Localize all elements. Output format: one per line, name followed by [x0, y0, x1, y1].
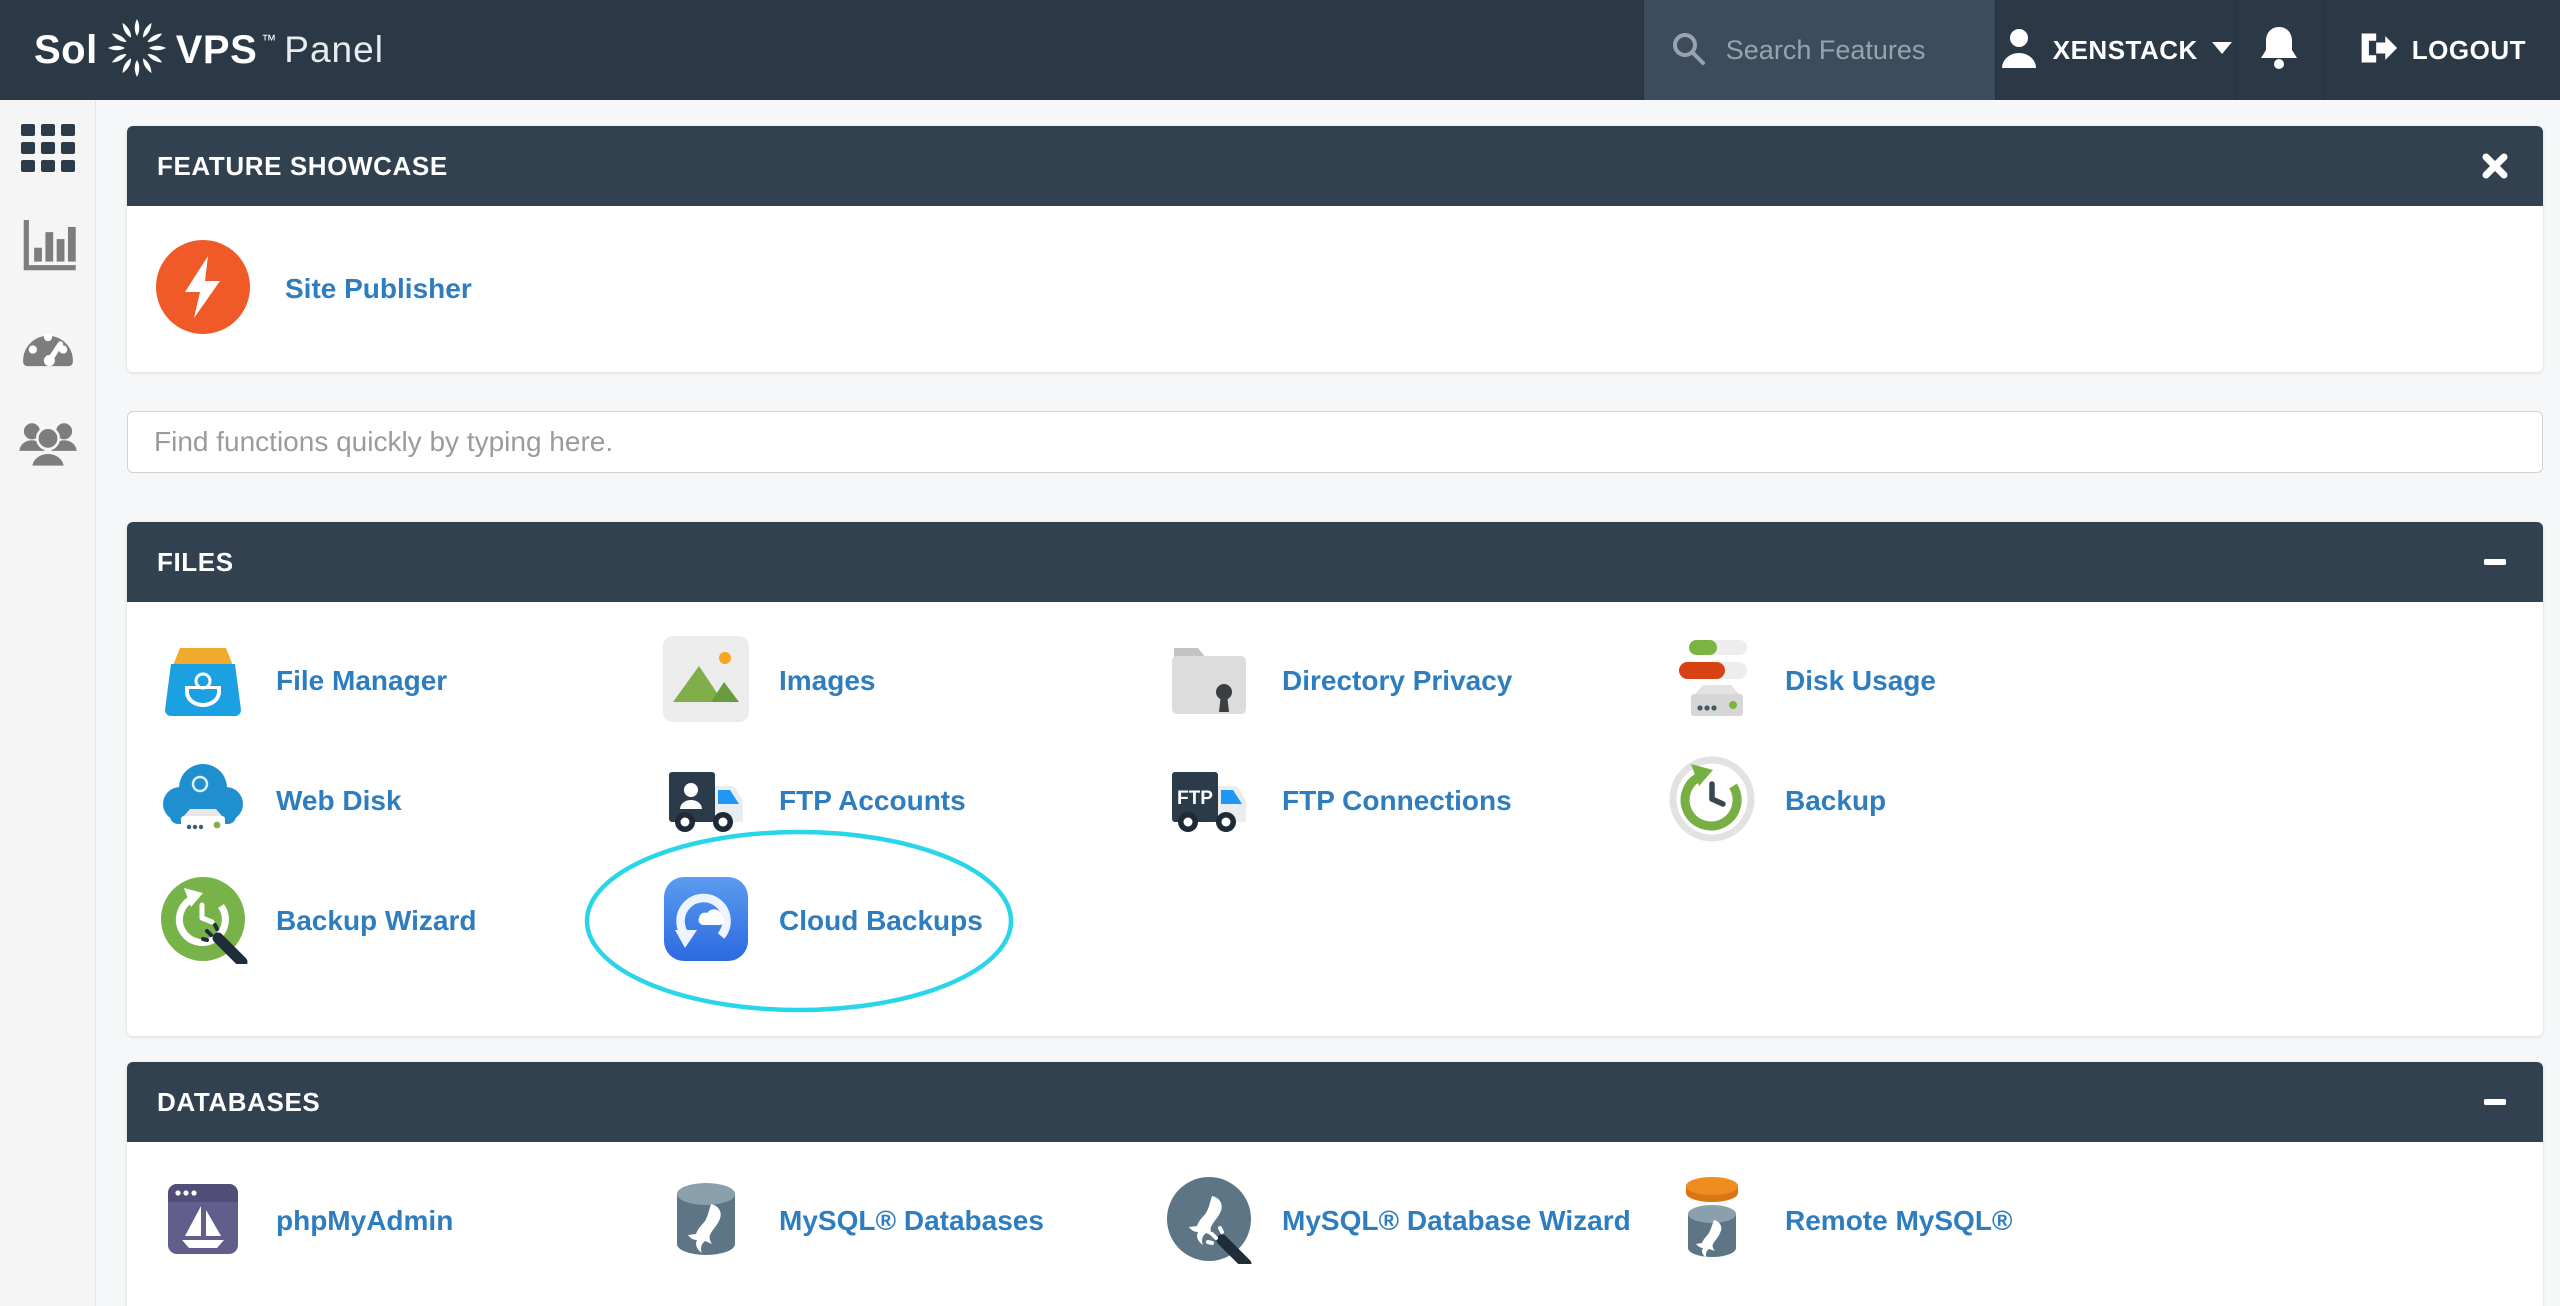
- sidebar-item-metrics[interactable]: [20, 320, 76, 372]
- navbar-right-group: XENSTACK LOGOUT: [1643, 0, 2560, 100]
- files-section-card: FILES File Manager: [127, 522, 2543, 1036]
- sidebar-item-tools[interactable]: [20, 124, 76, 176]
- images-icon: [661, 634, 751, 729]
- chevron-down-icon: [2212, 41, 2232, 59]
- item-label: Disk Usage: [1785, 665, 1936, 697]
- user-menu[interactable]: XENSTACK: [1995, 0, 2235, 100]
- minimize-icon[interactable]: [2477, 544, 2513, 580]
- files-section-body: File Manager Images: [127, 602, 2543, 1036]
- remote-mysql-icon: [1667, 1174, 1757, 1269]
- sun-swirl-icon: [100, 15, 174, 86]
- feature-showcase-title: FEATURE SHOWCASE: [157, 151, 448, 182]
- users-icon: [19, 417, 77, 472]
- ftp-connections-icon: FTP: [1164, 754, 1254, 849]
- item-mysql-databases[interactable]: MySQL® Databases: [661, 1176, 1164, 1266]
- web-disk-icon: [158, 754, 248, 849]
- username-label: XENSTACK: [2053, 35, 2198, 66]
- notifications-button[interactable]: [2235, 0, 2323, 100]
- databases-section-body: phpMyAdmin MySQL® Databases: [127, 1142, 2543, 1306]
- backup-wizard-icon: [158, 874, 248, 969]
- close-icon[interactable]: [2477, 148, 2513, 184]
- logout-button[interactable]: LOGOUT: [2323, 0, 2560, 100]
- site-publisher-icon: [155, 239, 251, 340]
- top-navbar: Sol VPS ™ Panel: [0, 0, 2560, 100]
- databases-section-title: DATABASES: [157, 1087, 320, 1118]
- item-backup[interactable]: Backup: [1667, 756, 2170, 846]
- sidebar-item-statistics[interactable]: [20, 222, 76, 274]
- logout-icon: [2358, 28, 2398, 73]
- databases-section-card: DATABASES phpMyAdmin: [127, 1062, 2543, 1306]
- item-file-manager[interactable]: File Manager: [158, 636, 661, 726]
- logo-sol-text: Sol: [34, 28, 98, 73]
- feature-site-publisher[interactable]: Site Publisher: [155, 239, 472, 340]
- disk-usage-icon: [1667, 634, 1757, 729]
- search-icon: [1668, 28, 1708, 73]
- item-web-disk[interactable]: Web Disk: [158, 756, 661, 846]
- main-content: FEATURE SHOWCASE Site Publisher: [96, 100, 2560, 1306]
- feature-showcase-body: Site Publisher: [127, 206, 2543, 372]
- feature-label: Site Publisher: [285, 273, 472, 305]
- mysql-database-wizard-icon: [1164, 1174, 1254, 1269]
- item-backup-wizard[interactable]: Backup Wizard: [158, 876, 661, 966]
- sidebar-item-users[interactable]: [20, 418, 76, 470]
- item-remote-mysql[interactable]: Remote MySQL®: [1667, 1176, 2170, 1266]
- files-section-header: FILES: [127, 522, 2543, 602]
- item-label: FTP Accounts: [779, 785, 966, 817]
- grid-icon: [21, 124, 75, 177]
- left-sidebar: [0, 100, 96, 1306]
- item-images[interactable]: Images: [661, 636, 1164, 726]
- svg-text:FTP: FTP: [1177, 788, 1213, 809]
- item-ftp-accounts[interactable]: FTP Accounts: [661, 756, 1164, 846]
- item-cloud-backups[interactable]: Cloud Backups: [661, 876, 1164, 966]
- item-label: Backup Wizard: [276, 905, 476, 937]
- item-mysql-database-wizard[interactable]: MySQL® Database Wizard: [1164, 1176, 1667, 1266]
- item-label: Web Disk: [276, 785, 402, 817]
- brand-logo[interactable]: Sol VPS ™ Panel: [0, 0, 384, 100]
- item-label: FTP Connections: [1282, 785, 1512, 817]
- item-label: MySQL® Databases: [779, 1205, 1044, 1237]
- directory-privacy-icon: [1164, 634, 1254, 729]
- backup-icon: [1667, 754, 1757, 849]
- item-directory-privacy[interactable]: Directory Privacy: [1164, 636, 1667, 726]
- item-label: Remote MySQL®: [1785, 1205, 2013, 1237]
- databases-section-header: DATABASES: [127, 1062, 2543, 1142]
- cloud-backups-icon: [661, 874, 751, 969]
- item-label: Directory Privacy: [1282, 665, 1512, 697]
- item-label: Cloud Backups: [779, 905, 983, 937]
- item-label: phpMyAdmin: [276, 1205, 453, 1237]
- item-label: Backup: [1785, 785, 1886, 817]
- feature-search-box[interactable]: [1643, 0, 1995, 100]
- search-features-input[interactable]: [1726, 35, 1971, 66]
- item-ftp-connections[interactable]: FTP FTP Connections: [1164, 756, 1667, 846]
- phpmyadmin-icon: [158, 1174, 248, 1269]
- minimize-icon[interactable]: [2477, 1084, 2513, 1120]
- item-label: File Manager: [276, 665, 447, 697]
- logo-vps-text: VPS: [176, 28, 258, 73]
- item-disk-usage[interactable]: Disk Usage: [1667, 636, 2170, 726]
- files-section-title: FILES: [157, 547, 234, 578]
- file-manager-icon: [158, 634, 248, 729]
- bar-chart-icon: [20, 220, 76, 277]
- ftp-accounts-icon: [661, 754, 751, 849]
- logo-trademark: ™: [261, 32, 276, 49]
- gauge-icon: [19, 321, 77, 372]
- feature-showcase-header: FEATURE SHOWCASE: [127, 126, 2543, 206]
- user-icon: [1999, 26, 2039, 75]
- item-label: Images: [779, 665, 876, 697]
- item-phpmyadmin[interactable]: phpMyAdmin: [158, 1176, 661, 1266]
- quick-find-input[interactable]: [127, 411, 2543, 473]
- feature-showcase-card: FEATURE SHOWCASE Site Publisher: [127, 126, 2543, 372]
- mysql-databases-icon: [661, 1174, 751, 1269]
- item-label: MySQL® Database Wizard: [1282, 1205, 1631, 1237]
- logout-label: LOGOUT: [2412, 35, 2526, 66]
- bell-icon: [2258, 24, 2300, 77]
- logo-panel-text: Panel: [284, 29, 384, 71]
